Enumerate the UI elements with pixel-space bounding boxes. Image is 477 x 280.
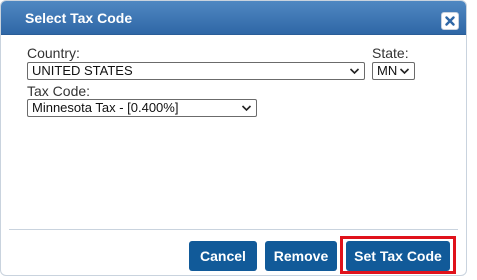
remove-button[interactable]: Remove — [265, 241, 337, 271]
chevron-down-icon — [399, 68, 410, 75]
tax-code-value: Minnesota Tax - [0.400%] — [32, 100, 179, 115]
close-icon — [445, 16, 455, 26]
close-button[interactable] — [441, 12, 459, 30]
country-select[interactable]: UNITED STATES — [27, 62, 365, 80]
state-label: State: — [372, 45, 409, 61]
dialog-title: Select Tax Code — [25, 10, 133, 26]
dialog-titlebar: Select Tax Code — [1, 1, 466, 35]
footer-divider — [9, 229, 458, 230]
chevron-down-icon — [241, 105, 252, 112]
state-value: MN — [377, 63, 398, 78]
country-value: UNITED STATES — [32, 63, 133, 78]
tax-code-select[interactable]: Minnesota Tax - [0.400%] — [27, 99, 257, 117]
state-select[interactable]: MN — [372, 62, 415, 80]
highlight-box — [340, 236, 456, 274]
cancel-button[interactable]: Cancel — [189, 241, 257, 271]
select-tax-code-dialog: Select Tax Code Country: UNITED STATES S… — [0, 0, 467, 276]
chevron-down-icon — [349, 68, 360, 75]
country-label: Country: — [27, 45, 80, 61]
tax-code-label: Tax Code: — [27, 83, 91, 99]
